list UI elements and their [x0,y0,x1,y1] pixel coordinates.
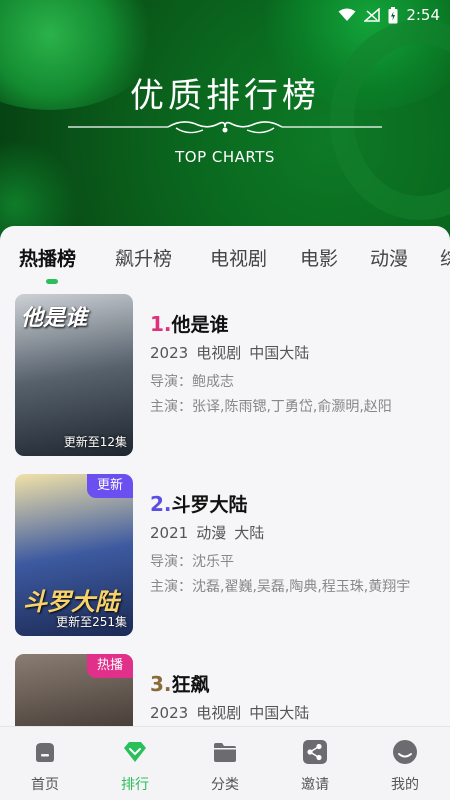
nav-label: 邀请 [301,777,329,793]
item-region: 大陆 [234,524,265,542]
rank-title[interactable]: 1.他是谁 [150,310,229,337]
category-tabs: 热播榜 飙升榜 电视剧 电影 动漫 综 [0,226,450,288]
rank-number: 2. [150,492,172,516]
share-icon [303,740,327,764]
ornament-divider [68,121,382,134]
nav-category[interactable]: 分类 [180,727,270,800]
nav-profile[interactable]: 我的 [360,727,450,800]
poster-image[interactable]: 热播 [15,654,133,726]
item-title: 狂飙 [171,674,210,696]
ranking-panel: 热播榜 飙升榜 电视剧 电影 动漫 综 他是谁 更新至12集 1.他是谁 202… [0,226,450,726]
home-icon [36,743,54,762]
poster-image[interactable]: 他是谁 更新至12集 [15,294,133,456]
profile-icon [393,740,417,764]
item-year: 2023 [150,704,189,722]
poster-title-art: 他是谁 [21,306,88,331]
poster-title-art: 斗罗大陆 [23,588,119,616]
rank-title[interactable]: 2.斗罗大陆 [150,490,248,517]
nav-label: 首页 [31,777,59,793]
item-genre: 动漫 [196,524,227,542]
tab-rising[interactable]: 飙升榜 [115,244,172,271]
tab-anime[interactable]: 动漫 [370,244,408,271]
nav-invite[interactable]: 邀请 [270,727,360,800]
status-bar: 2:54 [338,4,440,26]
list-item[interactable]: 他是谁 更新至12集 1.他是谁 2023 电视剧 中国大陆 导演：鲍成志 主演：张… [15,294,435,456]
poster-image[interactable]: 更新 斗罗大陆 更新至251集 [15,474,133,636]
rank-title[interactable]: 3.狂飙 [150,670,210,697]
item-cast: 主演：沈磊,翟巍,吴磊,陶典,程玉珠,黄翔宇 [150,579,411,595]
rank-number: 1. [150,312,172,336]
item-meta: 2023 电视剧 中国大陆 [150,702,317,723]
episode-caption: 更新至12集 [63,435,127,449]
page-title: 优质排行榜 [130,76,320,116]
item-genre: 电视剧 [196,344,242,362]
tab-tv-series[interactable]: 电视剧 [210,244,267,271]
tab-movies[interactable]: 电影 [300,244,338,271]
update-badge: 更新 [87,474,133,498]
list-item[interactable]: 更新 斗罗大陆 更新至251集 2.斗罗大陆 2021 动漫 大陆 导演：沈乐平 主… [15,474,435,636]
tab-indicator [46,279,58,284]
wifi-icon [338,8,356,21]
bottom-navigation: 首页 排行 分类 邀请 我的 [0,726,450,800]
diamond-icon [124,742,146,762]
episode-caption: 更新至251集 [56,615,127,629]
tab-hot[interactable]: 热播榜 [19,244,76,271]
item-year: 2021 [150,524,189,542]
item-meta: 2021 动漫 大陆 [150,522,272,543]
item-year: 2023 [150,344,189,362]
nav-label: 我的 [391,777,419,793]
item-meta: 2023 电视剧 中国大陆 [150,342,317,363]
item-genre: 电视剧 [196,704,242,722]
list-item[interactable]: 热播 3.狂飙 2023 电视剧 中国大陆 [15,654,435,726]
item-title: 他是谁 [171,314,229,336]
folder-icon [214,743,236,762]
tab-variety[interactable]: 综 [440,244,450,271]
item-region: 中国大陆 [249,704,310,722]
header-banner: 2:54 优质排行榜 TOP CHARTS [0,0,450,240]
item-director: 导演：沈乐平 [150,554,234,570]
nav-ranking[interactable]: 排行 [90,727,180,800]
battery-icon [388,6,398,23]
rank-number: 3. [150,672,172,696]
page-subtitle: TOP CHARTS [175,148,275,166]
item-title: 斗罗大陆 [171,494,248,516]
no-signal-icon [364,8,381,22]
item-cast: 主演：张译,陈雨锶,丁勇岱,俞灏明,赵阳 [150,399,392,415]
item-region: 中国大陆 [249,344,310,362]
nav-label: 排行 [121,777,149,793]
nav-label: 分类 [211,777,239,793]
status-time: 2:54 [406,6,440,24]
item-director: 导演：鲍成志 [150,374,234,390]
hot-badge: 热播 [87,654,133,678]
nav-home[interactable]: 首页 [0,727,90,800]
